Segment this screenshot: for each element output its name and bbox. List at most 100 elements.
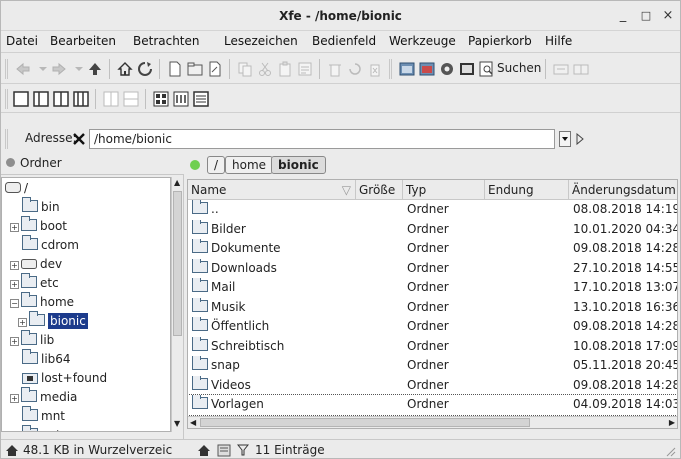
- table-row[interactable]: Mail Ordner 17.10.2018 13:07:: [188, 278, 677, 298]
- home-shortcut-icon[interactable]: [197, 444, 211, 457]
- column-header-name[interactable]: Name ▽: [188, 180, 356, 200]
- maximize-button[interactable]: □: [637, 7, 655, 25]
- menu-hilfe[interactable]: Hilfe: [545, 34, 572, 48]
- expand-icon[interactable]: +: [10, 280, 19, 289]
- table-row[interactable]: Bilder Ordner 10.01.2020 04:34:: [188, 219, 677, 240]
- go-arrow-icon[interactable]: [575, 131, 585, 147]
- tree-item-media[interactable]: + media: [10, 387, 77, 407]
- menu-papierkorb[interactable]: Papierkorb: [468, 34, 532, 48]
- back-history-icon[interactable]: [35, 61, 51, 77]
- close-button[interactable]: ×: [659, 7, 677, 25]
- back-icon[interactable]: [15, 61, 31, 77]
- clear-address-icon[interactable]: [71, 131, 87, 147]
- address-history-icon[interactable]: [559, 131, 571, 147]
- table-row[interactable]: .. Ordner 08.08.2018 14:19:: [188, 200, 677, 220]
- filter-icon[interactable]: [237, 444, 249, 457]
- trash-icon[interactable]: [327, 61, 343, 77]
- tree-item-lib64[interactable]: lib64: [22, 349, 71, 369]
- table-row[interactable]: Öffentlich Ordner 09.08.2018 14:28:: [188, 317, 677, 337]
- two-panels-icon[interactable]: [53, 91, 69, 107]
- scroll-up-icon[interactable]: ▲: [174, 179, 180, 187]
- toolbar-grip[interactable]: [5, 89, 8, 109]
- menu-bearbeiten[interactable]: Bearbeiten: [50, 34, 116, 48]
- tree-item-home[interactable]: − home: [10, 292, 74, 312]
- execute-command-icon[interactable]: [439, 61, 455, 77]
- table-row[interactable]: Vorlagen Ordner 04.09.2018 14:03:: [188, 394, 677, 416]
- expand-icon[interactable]: +: [10, 394, 19, 403]
- column-header-extension[interactable]: Endung: [485, 180, 569, 200]
- tree-item-opt[interactable]: opt: [22, 425, 61, 431]
- forward-icon[interactable]: [51, 61, 67, 77]
- tree-item-bionic[interactable]: + bionic: [18, 311, 88, 331]
- menu-datei[interactable]: Datei: [6, 34, 38, 48]
- expand-icon[interactable]: +: [18, 318, 27, 327]
- new-root-window-icon[interactable]: [419, 61, 435, 77]
- new-symlink-icon[interactable]: [207, 61, 223, 77]
- paste-icon[interactable]: [277, 61, 293, 77]
- table-row[interactable]: Schreibtisch Ordner 10.08.2018 17:09:: [188, 336, 677, 357]
- table-row[interactable]: Downloads Ordner 27.10.2018 14:55:: [188, 258, 677, 279]
- restore-icon[interactable]: [347, 61, 363, 77]
- search-button-label[interactable]: Suchen: [497, 61, 541, 75]
- home-icon[interactable]: [117, 61, 133, 77]
- breadcrumb-bionic[interactable]: bionic: [271, 156, 326, 174]
- tree-item-dev[interactable]: + dev: [10, 255, 62, 274]
- tree-two-panels-icon[interactable]: [73, 91, 89, 107]
- menu-betrachten[interactable]: Betrachten: [133, 34, 200, 48]
- tree-panel-icon[interactable]: [33, 91, 49, 107]
- collapse-icon[interactable]: −: [10, 299, 19, 308]
- horizontal-panels-icon[interactable]: [123, 91, 139, 107]
- search-icon[interactable]: [479, 61, 495, 77]
- minimize-button[interactable]: _: [614, 7, 632, 25]
- tree-scrollbar[interactable]: ▲ ▼: [171, 177, 183, 432]
- cut-icon[interactable]: [257, 61, 273, 77]
- menu-bedienfeld[interactable]: Bedienfeld: [312, 34, 376, 48]
- hidden-files-icon[interactable]: [217, 444, 231, 457]
- vertical-panels-icon[interactable]: [103, 91, 119, 107]
- new-folder-icon[interactable]: [187, 61, 203, 77]
- scroll-down-icon[interactable]: ▼: [174, 420, 180, 428]
- tree-scroll-thumb[interactable]: [173, 191, 182, 336]
- table-row[interactable]: Dokumente Ordner 09.08.2018 14:28:: [188, 239, 677, 259]
- terminal-icon[interactable]: [459, 61, 475, 77]
- small-icons-icon[interactable]: [173, 91, 189, 107]
- file-list[interactable]: Name ▽ Größe Typ Endung Änderungsdatum ..…: [187, 179, 678, 429]
- up-directory-icon[interactable]: [87, 61, 103, 77]
- menu-werkzeuge[interactable]: Werkzeuge: [389, 34, 456, 48]
- tree-item-mnt[interactable]: mnt: [22, 406, 65, 426]
- column-header-size[interactable]: Größe: [356, 180, 403, 200]
- new-window-icon[interactable]: [399, 61, 415, 77]
- file-list-hscrollbar[interactable]: ◀ ▶: [188, 416, 677, 428]
- resize-grip-icon[interactable]: [666, 447, 676, 457]
- tree-item-root[interactable]: /: [5, 179, 28, 198]
- scroll-left-icon[interactable]: ◀: [190, 418, 196, 427]
- sync-panels-icon[interactable]: [553, 61, 569, 77]
- copy-icon[interactable]: [237, 61, 253, 77]
- menu-lesezeichen[interactable]: Lesezeichen: [224, 34, 298, 48]
- expand-icon[interactable]: +: [10, 223, 19, 232]
- table-row[interactable]: Videos Ordner 09.08.2018 14:28:: [188, 375, 677, 396]
- refresh-icon[interactable]: [137, 61, 153, 77]
- new-file-icon[interactable]: [167, 61, 183, 77]
- hscroll-thumb[interactable]: [200, 418, 530, 427]
- breadcrumb-root[interactable]: /: [207, 156, 226, 174]
- expand-icon[interactable]: +: [10, 261, 19, 270]
- properties-icon[interactable]: [297, 61, 313, 77]
- toolbar-grip[interactable]: [5, 129, 8, 149]
- tree-item-lost-found[interactable]: lost+found: [22, 369, 107, 388]
- one-panel-icon[interactable]: [13, 91, 29, 107]
- forward-history-icon[interactable]: [71, 61, 87, 77]
- tree-item-etc[interactable]: + etc: [10, 273, 59, 293]
- delete-icon[interactable]: [367, 61, 383, 77]
- address-input[interactable]: /home/bionic: [89, 129, 555, 149]
- breadcrumb-home[interactable]: home: [225, 156, 274, 174]
- toolbar-grip[interactable]: [389, 59, 392, 79]
- switch-panels-icon[interactable]: [573, 61, 589, 77]
- big-icons-icon[interactable]: [153, 91, 169, 107]
- table-row[interactable]: snap Ordner 05.11.2018 20:45:: [188, 356, 677, 376]
- folder-tree[interactable]: / bin + boot cdrom + dev + etc − home + bioni…: [1, 177, 171, 432]
- column-header-type[interactable]: Typ: [403, 180, 485, 200]
- scroll-right-icon[interactable]: ▶: [669, 418, 675, 427]
- tree-item-boot[interactable]: + boot: [10, 216, 67, 236]
- tree-item-cdrom[interactable]: cdrom: [22, 235, 79, 255]
